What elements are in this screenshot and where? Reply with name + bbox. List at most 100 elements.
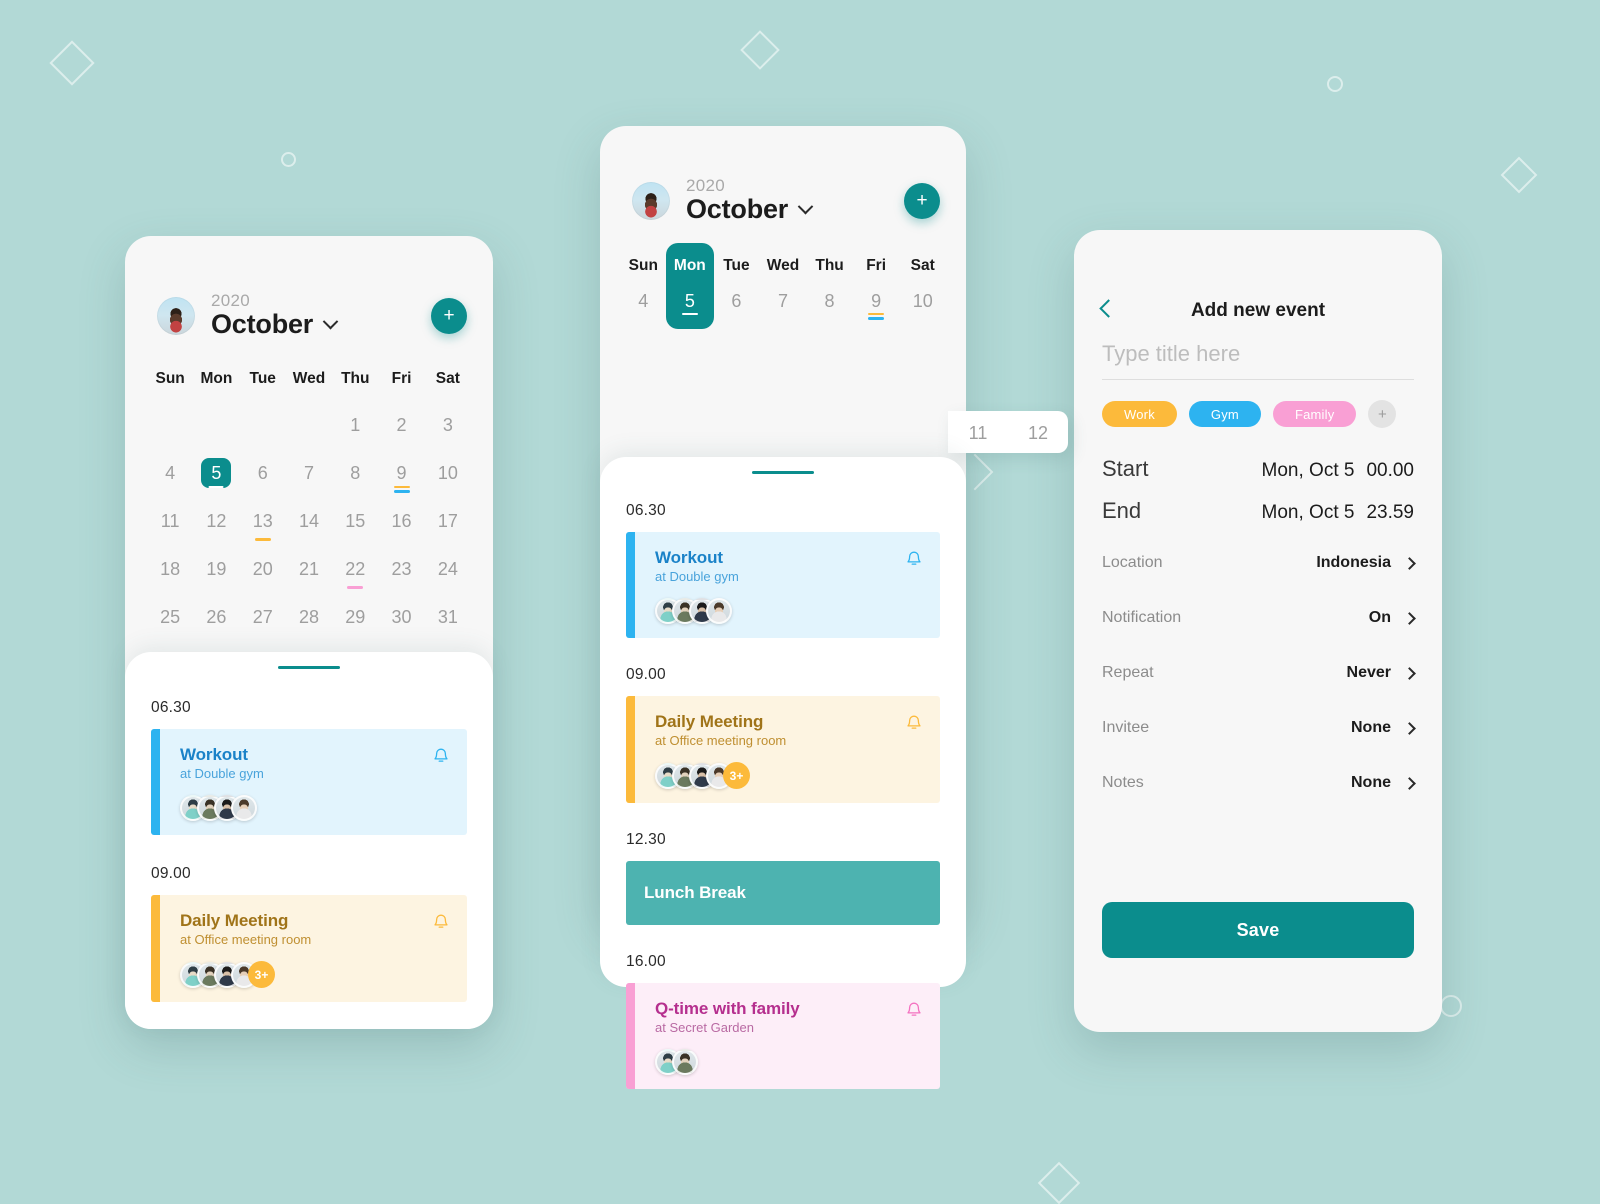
date-cell[interactable]: 3: [425, 404, 471, 446]
avatar[interactable]: [632, 181, 670, 220]
week-day[interactable]: Thu 8: [806, 251, 853, 321]
date-cell[interactable]: 11: [147, 500, 193, 542]
event-location: at Double gym: [180, 766, 264, 781]
event-color-bar: [626, 983, 635, 1089]
event-card[interactable]: Daily Meeting at Office meeting room 3+: [626, 696, 940, 803]
deco-diamond-top-right: [1500, 156, 1538, 194]
option-row[interactable]: Invitee None: [1102, 719, 1416, 737]
datetime-label: End: [1102, 498, 1142, 523]
event-card[interactable]: Workout at Double gym: [626, 532, 940, 638]
title-input[interactable]: [1102, 341, 1414, 380]
week-day[interactable]: Sat 10: [899, 251, 946, 321]
option-row[interactable]: Repeat Never: [1102, 664, 1416, 682]
date-cell[interactable]: 16: [378, 500, 424, 542]
category-chip[interactable]: Work: [1102, 401, 1177, 427]
notification-bell-icon[interactable]: [906, 1000, 922, 1018]
month-week-row: 4 5 6 7 8 9 10: [147, 452, 471, 494]
date-cell[interactable]: 31: [425, 596, 471, 638]
avatar[interactable]: [157, 296, 195, 335]
chevron-down-icon[interactable]: [322, 313, 339, 330]
attendee-avatars[interactable]: [655, 598, 922, 624]
week-day-number: 9: [853, 281, 900, 321]
date-cell[interactable]: 26: [193, 596, 239, 638]
add-event-button[interactable]: +: [904, 182, 940, 219]
date-cell[interactable]: 28: [286, 596, 332, 638]
week-day[interactable]: Sun 4: [620, 251, 667, 321]
agenda-entry: 09.00 Daily Meeting at Office meeting room…: [151, 865, 467, 1002]
datetime-time: 23.59: [1366, 502, 1414, 523]
date-cell[interactable]: 1: [332, 404, 378, 446]
date-markers: [347, 586, 364, 589]
category-chip[interactable]: Gym: [1188, 401, 1261, 427]
date-cell[interactable]: 17: [425, 500, 471, 542]
event-title: Workout: [180, 745, 248, 764]
date-cell[interactable]: 23: [378, 548, 424, 590]
option-value: None: [1351, 719, 1391, 736]
weekday-header-row: Sun Mon Tue Wed Thu Fri Sat: [125, 370, 493, 388]
date-cell[interactable]: 20: [240, 548, 286, 590]
date-cell[interactable]: 14: [286, 500, 332, 542]
event-card[interactable]: Q-time with family at Secret Garden: [626, 983, 940, 1089]
date-cell-selected[interactable]: 5: [193, 452, 239, 494]
attendee-avatars[interactable]: 3+: [655, 762, 922, 789]
notification-bell-icon[interactable]: [433, 746, 449, 764]
event-title: Q-time with family: [655, 999, 800, 1018]
chevron-right-icon: [1403, 776, 1416, 790]
datetime-row[interactable]: Start Mon, Oct 5 00.00: [1102, 456, 1414, 482]
week-day[interactable]: Tue 6: [713, 251, 760, 321]
date-cell[interactable]: 12: [193, 500, 239, 542]
option-row[interactable]: Notification On: [1102, 609, 1416, 627]
notification-bell-icon[interactable]: [906, 713, 922, 731]
week-day-selected[interactable]: Mon 5: [667, 251, 714, 321]
date-cell[interactable]: 10: [425, 452, 471, 494]
attendee-avatars[interactable]: 3+: [180, 961, 449, 988]
week-day[interactable]: Wed 7: [760, 251, 807, 321]
date-cell[interactable]: 25: [147, 596, 193, 638]
date-cell[interactable]: 27: [240, 596, 286, 638]
week-day-number-overflow[interactable]: 11: [948, 413, 1008, 453]
week-day-number-overflow[interactable]: 12: [1008, 413, 1068, 453]
event-card[interactable]: Lunch Break: [626, 861, 940, 925]
date-cell[interactable]: 21: [286, 548, 332, 590]
notification-bell-icon[interactable]: [433, 912, 449, 930]
notification-bell-icon[interactable]: [906, 549, 922, 567]
add-category-button[interactable]: +: [1368, 400, 1397, 428]
option-label: Notes: [1102, 774, 1144, 791]
date-cell[interactable]: 29: [332, 596, 378, 638]
chevron-down-icon[interactable]: [797, 198, 814, 215]
date-markers: [254, 538, 271, 541]
weekday-header: Mon: [200, 370, 233, 387]
attendee-avatars[interactable]: [180, 795, 449, 821]
attendee-avatars[interactable]: [655, 1049, 922, 1075]
date-cell[interactable]: 24: [425, 548, 471, 590]
agenda-list: 06.30 Workout at Double gym 09.00 Daily Meet…: [600, 474, 966, 1089]
event-title: Workout: [655, 548, 723, 567]
date-cell[interactable]: 13: [240, 500, 286, 542]
date-cell[interactable]: 15: [332, 500, 378, 542]
date-cell[interactable]: 8: [332, 452, 378, 494]
date-cell[interactable]: 18: [147, 548, 193, 590]
option-row[interactable]: Notes None: [1102, 774, 1416, 792]
date-cell[interactable]: 9: [378, 452, 424, 494]
agenda-sheet: 06.30 Workout at Double gym 09.00 Daily Meet…: [600, 457, 966, 1089]
event-card[interactable]: Daily Meeting at Office meeting room 3+: [151, 895, 467, 1002]
datetime-row[interactable]: End Mon, Oct 5 23.59: [1102, 498, 1414, 524]
date-cell[interactable]: 19: [193, 548, 239, 590]
add-event-button[interactable]: +: [431, 297, 467, 334]
date-cell[interactable]: 4: [147, 452, 193, 494]
category-chip[interactable]: Family: [1272, 401, 1357, 427]
week-day-number: 10: [912, 291, 933, 311]
date-cell[interactable]: 30: [378, 596, 424, 638]
date-cell[interactable]: 7: [286, 452, 332, 494]
event-location: at Office meeting room: [655, 733, 787, 748]
phone-week-view: 2020 October + Sun 4 Mon 5 Tue 6 Wed 7 Thu 8 Fri 9 S…: [600, 126, 1068, 1089]
week-strip-overflow[interactable]: 11 12: [948, 411, 1068, 453]
save-button[interactable]: Save: [1102, 902, 1414, 958]
event-card[interactable]: Workout at Double gym: [151, 729, 467, 835]
week-day[interactable]: Fri 9: [853, 251, 900, 321]
avatar: [672, 1049, 698, 1075]
date-cell[interactable]: 22: [332, 548, 378, 590]
option-row[interactable]: Location Indonesia: [1102, 554, 1416, 572]
date-cell[interactable]: 6: [240, 452, 286, 494]
date-cell[interactable]: 2: [378, 404, 424, 446]
